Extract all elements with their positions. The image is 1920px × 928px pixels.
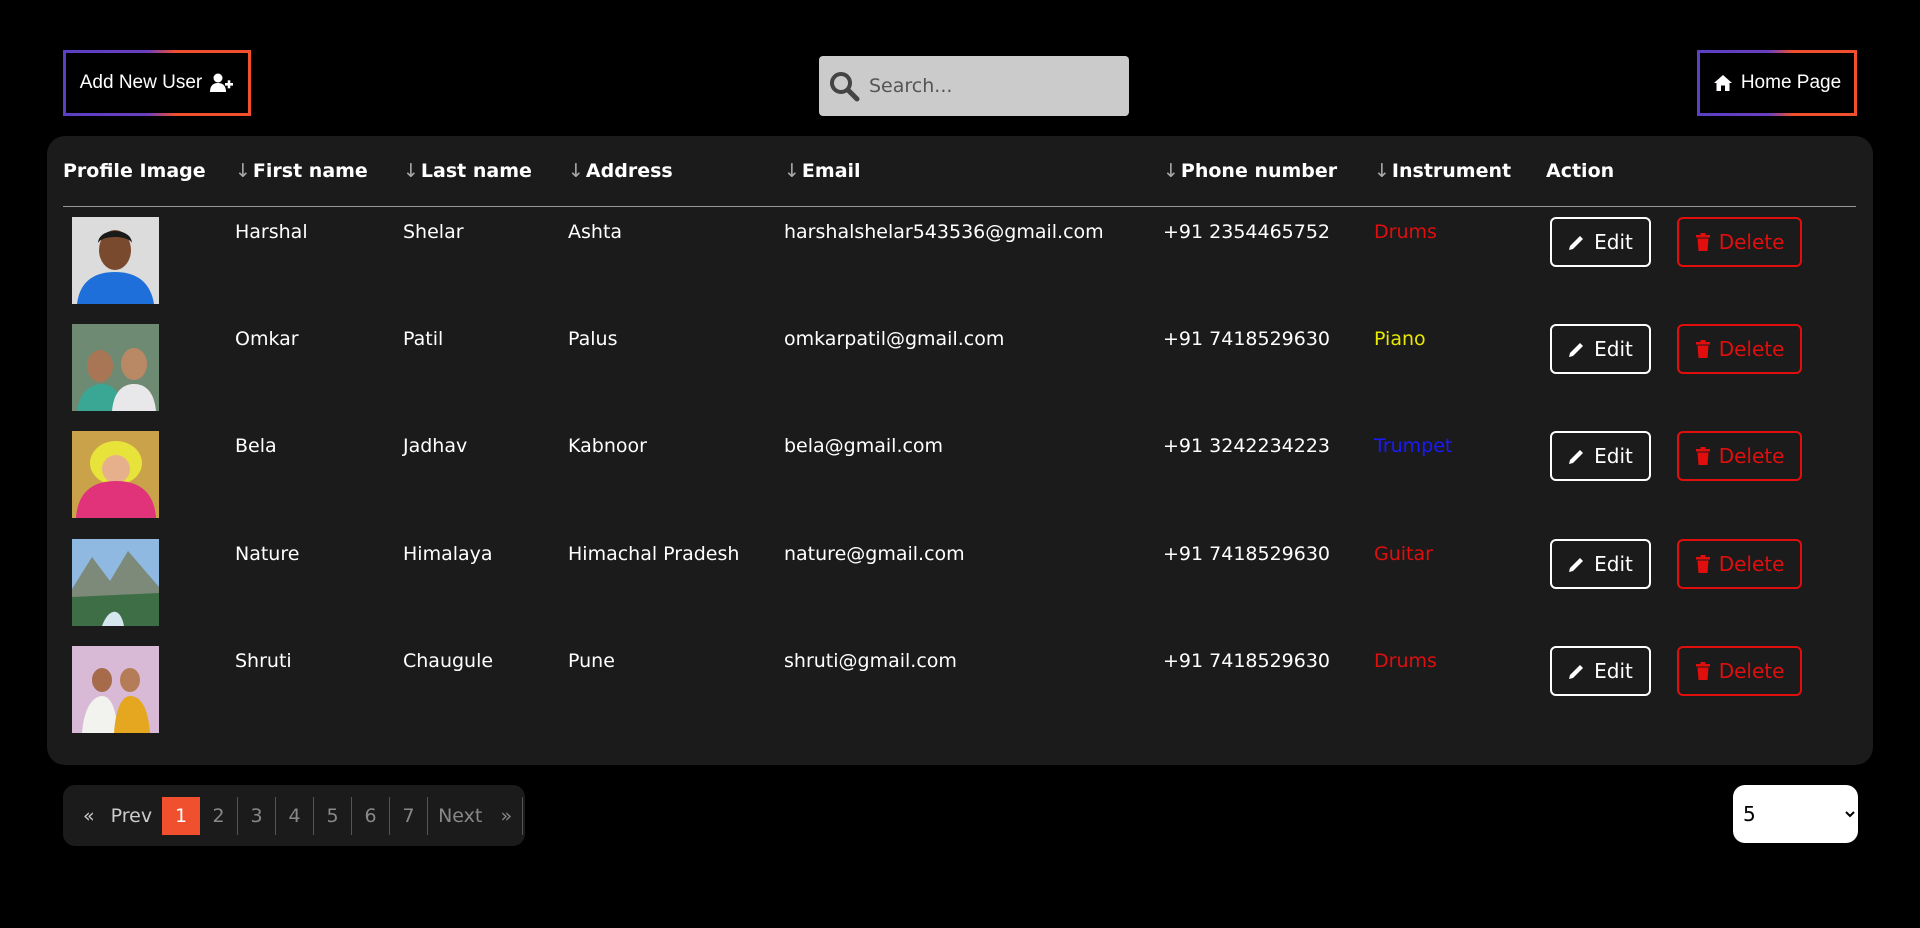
page-link-4[interactable]: 4 bbox=[276, 796, 315, 835]
profile-image bbox=[72, 538, 159, 626]
pagination: « Prev 1 2 3 4 5 6 7 Next » bbox=[63, 785, 525, 846]
next-page-link[interactable]: Next » bbox=[428, 796, 524, 835]
edit-button[interactable]: Edit bbox=[1550, 538, 1651, 589]
pencil-icon bbox=[1569, 235, 1584, 250]
home-page-button[interactable]: Home Page bbox=[1697, 50, 1857, 116]
page-link-3[interactable]: 3 bbox=[238, 796, 277, 835]
trash-icon bbox=[1695, 232, 1710, 251]
rows-per-page-select[interactable]: 5 bbox=[1733, 785, 1858, 843]
table-row: Shruti Chaugule Pune shruti@gmail.com +9… bbox=[63, 636, 1856, 744]
page-link-1[interactable]: 1 bbox=[162, 796, 201, 835]
col-phone[interactable]: ↓ Phone number bbox=[1163, 136, 1374, 206]
pencil-icon bbox=[1569, 665, 1584, 679]
first-name-cell: Bela bbox=[235, 435, 277, 457]
search-icon bbox=[830, 72, 860, 102]
email-cell: shruti@gmail.com bbox=[784, 650, 957, 672]
email-cell: omkarpatil@gmail.com bbox=[784, 327, 1005, 350]
address-cell: Palus bbox=[568, 327, 618, 350]
users-table-card: Profile Image ↓ First name ↓ Last name ↓ Ad… bbox=[47, 136, 1873, 765]
table-row: Nature Himalaya Himachal Pradesh nature@… bbox=[63, 529, 1856, 637]
sort-arrow-icon: ↓ bbox=[403, 159, 419, 182]
table-row: Harshal Shelar Ashta harshalshelar543536… bbox=[63, 206, 1856, 314]
phone-cell: +91 2354465752 bbox=[1163, 220, 1331, 243]
edit-button[interactable]: Edit bbox=[1550, 216, 1651, 267]
instrument-cell: Drums bbox=[1374, 220, 1437, 243]
last-name-cell: Himalaya bbox=[403, 542, 493, 565]
col-email[interactable]: ↓ Email bbox=[784, 136, 1163, 206]
instrument-cell: Trumpet bbox=[1374, 435, 1453, 457]
address-cell: Kabnoor bbox=[568, 435, 647, 457]
table-header-row: Profile Image ↓ First name ↓ Last name ↓ Ad… bbox=[63, 136, 1856, 206]
last-name-cell: Patil bbox=[403, 327, 444, 350]
delete-button[interactable]: Delete bbox=[1677, 216, 1803, 267]
edit-button[interactable]: Edit bbox=[1550, 431, 1651, 481]
last-name-cell: Chaugule bbox=[403, 650, 494, 672]
page-link-6[interactable]: 6 bbox=[352, 796, 391, 835]
table-row: Omkar Patil Palus omkarpatil@gmail.com +… bbox=[63, 314, 1856, 422]
add-user-label: Add New User bbox=[79, 72, 203, 93]
email-cell: nature@gmail.com bbox=[784, 542, 965, 565]
profile-image bbox=[72, 323, 159, 411]
last-name-cell: Shelar bbox=[403, 220, 464, 243]
first-name-cell: Nature bbox=[235, 542, 300, 565]
users-table: Profile Image ↓ First name ↓ Last name ↓ Ad… bbox=[63, 136, 1856, 744]
address-cell: Ashta bbox=[568, 220, 623, 243]
profile-image bbox=[72, 216, 159, 304]
home-icon bbox=[1713, 75, 1732, 91]
sort-arrow-icon: ↓ bbox=[784, 159, 800, 182]
page-link-5[interactable]: 5 bbox=[314, 796, 353, 835]
table-row: Bela Jadhav Kabnoor bela@gmail.com +91 3… bbox=[63, 421, 1856, 529]
delete-button[interactable]: Delete bbox=[1677, 538, 1803, 589]
col-profile-image: Profile Image bbox=[63, 159, 206, 182]
prev-page-link[interactable]: Prev bbox=[101, 797, 162, 835]
first-name-cell: Harshal bbox=[235, 220, 308, 243]
last-name-cell: Jadhav bbox=[403, 435, 468, 457]
page-link-2[interactable]: 2 bbox=[200, 796, 239, 835]
sort-arrow-icon: ↓ bbox=[1374, 159, 1390, 182]
profile-image bbox=[72, 646, 159, 733]
page-link-7[interactable]: 7 bbox=[390, 796, 429, 835]
phone-cell: +91 7418529630 bbox=[1163, 650, 1331, 672]
email-cell: harshalshelar543536@gmail.com bbox=[784, 220, 1104, 243]
instrument-cell: Guitar bbox=[1374, 542, 1433, 565]
email-cell: bela@gmail.com bbox=[784, 435, 944, 457]
col-last-name[interactable]: ↓ Last name bbox=[403, 136, 568, 206]
pencil-icon bbox=[1569, 450, 1584, 464]
edit-button[interactable]: Edit bbox=[1550, 646, 1651, 696]
home-page-label: Home Page bbox=[1740, 72, 1842, 93]
col-instrument[interactable]: ↓ Instrument bbox=[1374, 136, 1546, 206]
phone-cell: +91 7418529630 bbox=[1163, 327, 1331, 350]
trash-icon bbox=[1695, 554, 1710, 573]
trash-icon bbox=[1695, 339, 1710, 358]
first-name-cell: Omkar bbox=[235, 327, 299, 350]
col-address[interactable]: ↓ Address bbox=[568, 136, 784, 206]
edit-button[interactable]: Edit bbox=[1550, 323, 1651, 374]
phone-cell: +91 7418529630 bbox=[1163, 542, 1331, 565]
instrument-cell: Drums bbox=[1374, 650, 1437, 672]
pencil-icon bbox=[1569, 342, 1584, 357]
search-input[interactable] bbox=[869, 75, 1129, 97]
delete-button[interactable]: Delete bbox=[1677, 323, 1803, 374]
user-plus-icon bbox=[210, 73, 234, 92]
trash-icon bbox=[1695, 662, 1710, 680]
col-action: Action bbox=[1546, 159, 1615, 182]
col-first-name[interactable]: ↓ First name bbox=[235, 136, 403, 206]
trash-icon bbox=[1695, 447, 1710, 465]
address-cell: Pune bbox=[568, 650, 615, 672]
delete-button[interactable]: Delete bbox=[1677, 431, 1803, 481]
first-page-link[interactable]: « bbox=[77, 797, 101, 835]
instrument-cell: Piano bbox=[1374, 327, 1426, 350]
sort-arrow-icon: ↓ bbox=[568, 159, 584, 182]
search-box bbox=[819, 56, 1129, 116]
sort-arrow-icon: ↓ bbox=[1163, 159, 1179, 182]
delete-button[interactable]: Delete bbox=[1677, 646, 1803, 696]
address-cell: Himachal Pradesh bbox=[568, 542, 740, 565]
first-name-cell: Shruti bbox=[235, 650, 292, 672]
phone-cell: +91 3242234223 bbox=[1163, 435, 1331, 457]
pencil-icon bbox=[1569, 557, 1584, 572]
add-new-user-button[interactable]: Add New User bbox=[63, 50, 251, 116]
profile-image bbox=[72, 431, 159, 518]
sort-arrow-icon: ↓ bbox=[235, 159, 251, 182]
